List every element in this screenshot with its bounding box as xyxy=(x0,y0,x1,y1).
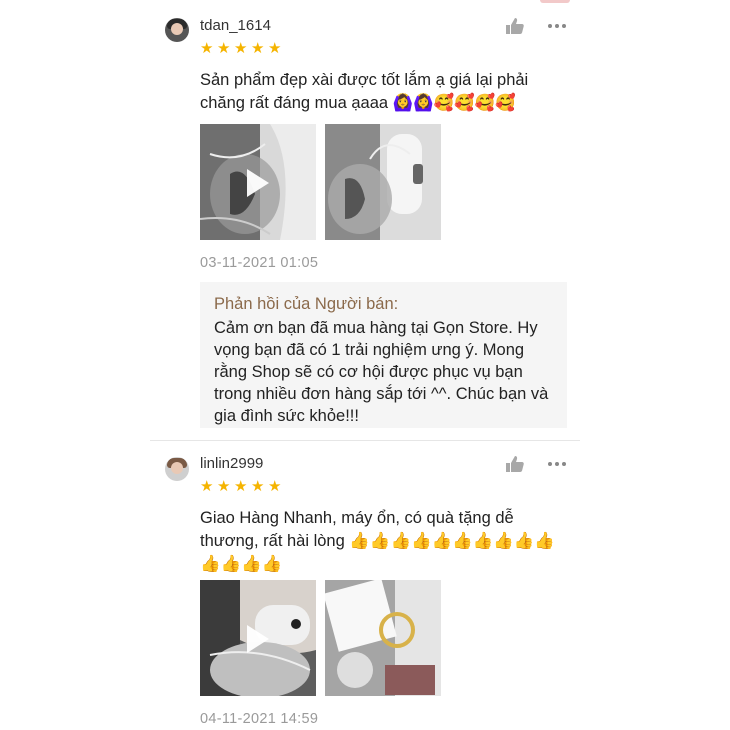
star-icon: ★ xyxy=(251,478,265,495)
more-dots-icon xyxy=(548,24,552,28)
avatar[interactable] xyxy=(165,18,189,42)
review-timestamp: 03-11-2021 01:05 xyxy=(200,255,319,271)
review-comment: Giao Hàng Nhanh, máy ổn, có quà tặng dễ … xyxy=(200,509,555,573)
review-timestamp: 04-11-2021 14:59 xyxy=(200,711,319,727)
star-icon: ★ xyxy=(200,478,214,495)
play-icon xyxy=(247,169,269,197)
more-dots-icon xyxy=(548,462,552,466)
seller-reply-body: Cảm ơn bạn đã mua hàng tại Gọn Store. Hy… xyxy=(214,319,549,425)
star-icon: ★ xyxy=(200,40,214,57)
star-icon: ★ xyxy=(217,478,231,495)
rating-stars: ★ ★ ★ ★ ★ xyxy=(200,40,282,58)
star-icon: ★ xyxy=(268,478,282,495)
review-divider xyxy=(150,440,580,441)
rating-stars: ★ ★ ★ ★ ★ xyxy=(200,478,282,496)
play-icon xyxy=(247,625,269,653)
thumbs-up-icon[interactable] xyxy=(505,455,525,473)
star-icon: ★ xyxy=(234,478,248,495)
review-photo-thumbnail[interactable] xyxy=(325,124,441,240)
more-options-button[interactable] xyxy=(548,460,570,468)
star-icon: ★ xyxy=(217,40,231,57)
seller-reply-box: Phản hồi của Người bán: Cảm ơn bạn đã mu… xyxy=(200,282,567,428)
review-username[interactable]: tdan_1614 xyxy=(200,17,271,34)
avatar[interactable] xyxy=(165,457,189,481)
review-video-thumbnail[interactable] xyxy=(200,580,316,696)
review-comment: Sản phẩm đẹp xài được tốt lắm ạ giá lại … xyxy=(200,71,529,112)
more-options-button[interactable] xyxy=(548,22,570,30)
top-edge-accent xyxy=(540,0,570,3)
star-icon: ★ xyxy=(234,40,248,57)
review-username[interactable]: linlin2999 xyxy=(200,455,263,472)
review-photo-thumbnail[interactable] xyxy=(325,580,441,696)
review-video-thumbnail[interactable] xyxy=(200,124,316,240)
star-icon: ★ xyxy=(251,40,265,57)
thumbs-up-icon[interactable] xyxy=(505,17,525,35)
seller-reply-title: Phản hồi của Người bán: xyxy=(214,295,399,313)
star-icon: ★ xyxy=(268,40,282,57)
